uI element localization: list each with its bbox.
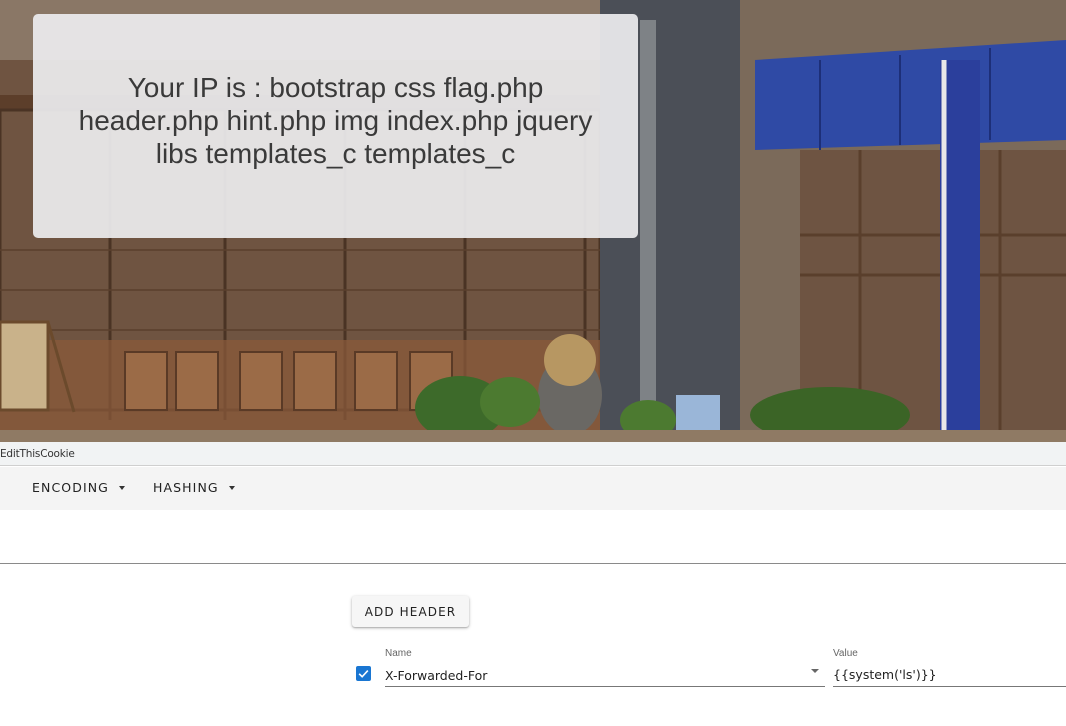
ip-message-card: Your IP is : bootstrap css flag.php head…	[33, 14, 638, 238]
ip-message-text: Your IP is : bootstrap css flag.php head…	[78, 71, 593, 169]
caret-down-icon	[118, 486, 125, 490]
add-header-button[interactable]: ADD HEADER	[352, 596, 469, 627]
checkmark-icon	[358, 669, 369, 678]
hashing-menu-button[interactable]: HASHING	[153, 480, 235, 495]
encoding-menu-button[interactable]: ENCODING	[32, 480, 125, 495]
header-name-input[interactable]	[385, 666, 825, 687]
header-value-input[interactable]	[833, 664, 1066, 687]
encoding-menu-label: ENCODING	[32, 480, 109, 495]
header-enabled-checkbox[interactable]	[356, 666, 371, 681]
url-textarea[interactable]	[0, 510, 1066, 564]
caret-down-icon	[228, 486, 235, 490]
devtools-tab-bar: EditThisCookie	[0, 442, 1066, 466]
header-name-label: Name	[385, 648, 412, 659]
webpage-viewport: Your IP is : bootstrap css flag.php head…	[0, 0, 1066, 442]
header-value-label: Value	[833, 648, 858, 659]
hackbar-toolbar: ENCODING HASHING	[0, 467, 1066, 510]
header-name-dropdown-icon[interactable]	[811, 669, 819, 673]
devtools-tab-editthiscookie[interactable]: EditThisCookie	[0, 448, 75, 460]
hashing-menu-label: HASHING	[153, 480, 219, 495]
